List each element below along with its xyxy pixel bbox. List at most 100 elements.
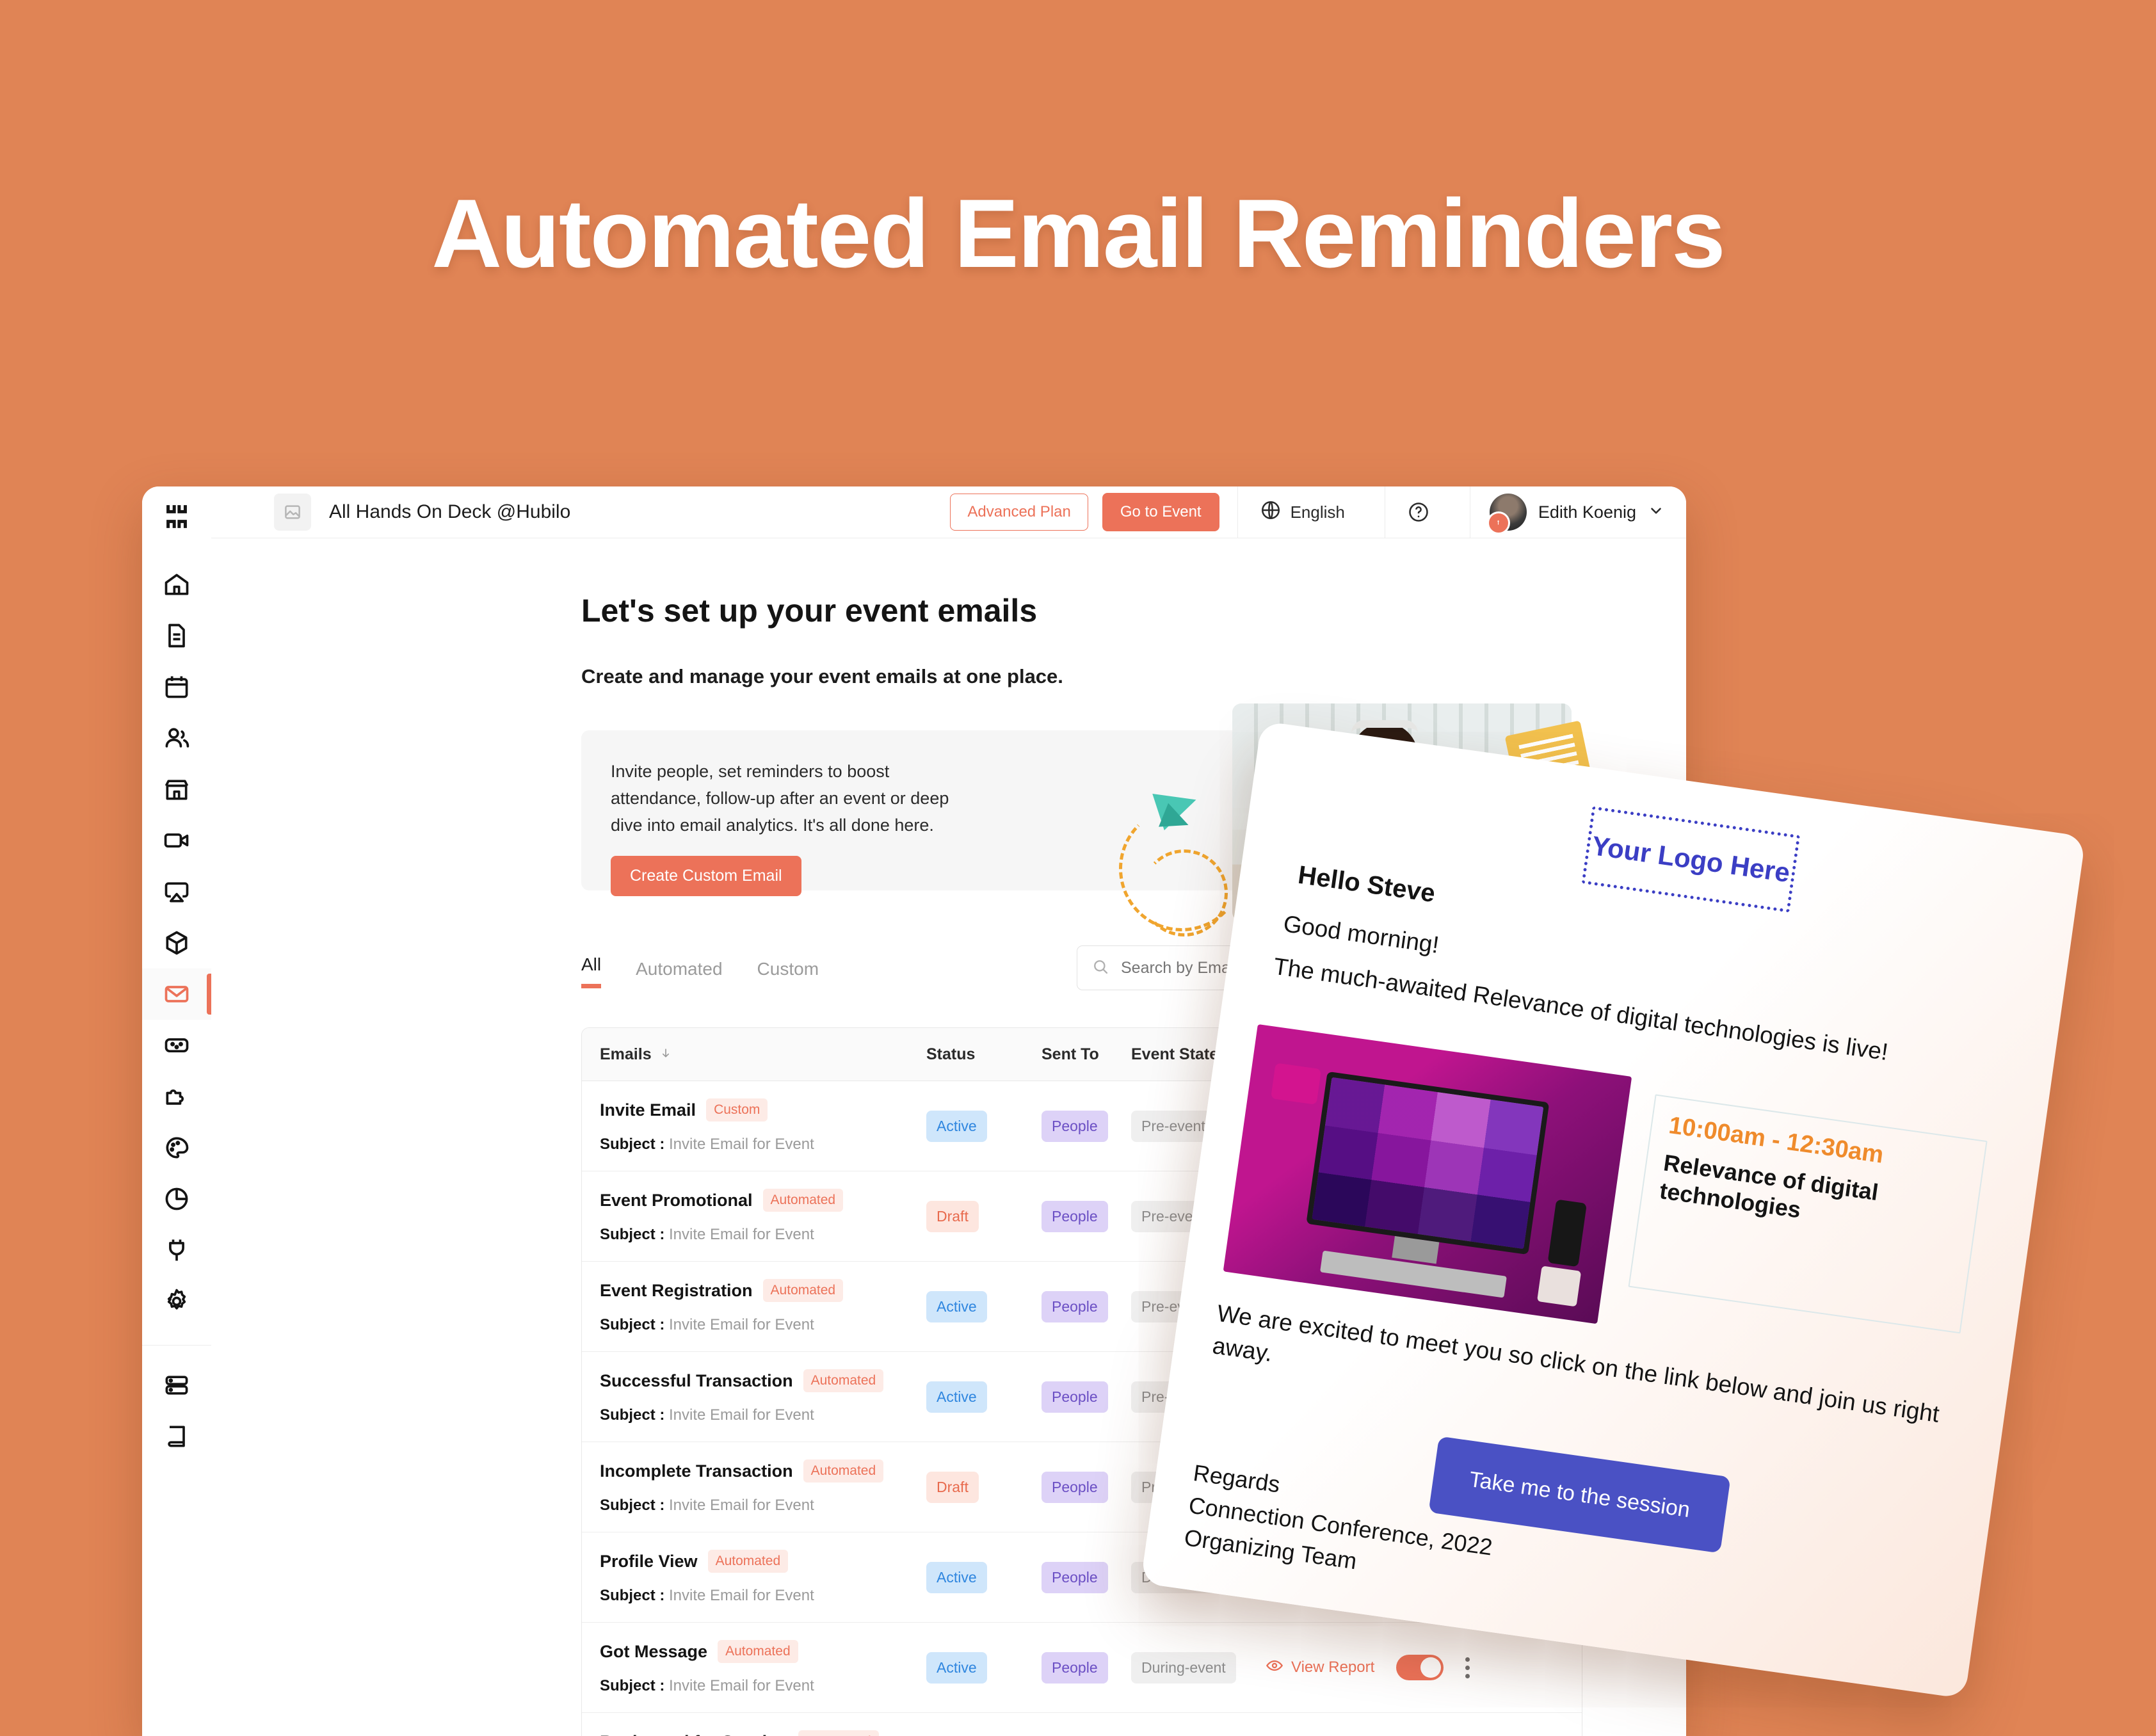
main-subheading: Create and manage your event emails at o… <box>581 665 1063 687</box>
email-name: Successful Transaction <box>600 1370 793 1390</box>
sidebar-item-documents[interactable] <box>142 610 211 661</box>
status-cell: Active <box>926 1561 1042 1593</box>
column-header-emails[interactable]: Emails <box>600 1045 926 1064</box>
event-title: All Hands On Deck @Hubilo <box>329 501 571 522</box>
status-badge: Draft <box>926 1200 979 1232</box>
email-name-wrap: Invite Email Custom <box>600 1098 926 1121</box>
email-greeting: Hello Steve <box>1296 860 1437 908</box>
row-toggle[interactable] <box>1396 1655 1444 1680</box>
sidebar-item-booths[interactable] <box>142 764 211 815</box>
sidebar-item-packages[interactable] <box>142 917 211 968</box>
email-cell: Incomplete Transaction Automated Subject :… <box>600 1459 926 1515</box>
advanced-plan-button[interactable]: Advanced Plan <box>950 494 1088 531</box>
monitor <box>1306 1071 1550 1255</box>
language-selector[interactable]: English <box>1238 499 1367 526</box>
email-type-badge: Automated <box>762 1189 844 1212</box>
chevron-down-icon <box>1648 502 1664 522</box>
email-preview-card: Your Logo Here Hello Steve Good morning!… <box>1140 721 2086 1699</box>
email-subject-value: Invite Email for Event <box>669 1587 814 1604</box>
sent-to-badge: People <box>1042 1200 1108 1232</box>
status-badge: Active <box>926 1652 987 1684</box>
language-label: English <box>1290 502 1345 522</box>
page-title: Automated Email Reminders <box>431 179 1725 288</box>
email-subject-value: Invite Email for Event <box>669 1677 814 1694</box>
email-name: Invite Email <box>600 1100 696 1120</box>
sidebar-item-streaming[interactable] <box>142 815 211 866</box>
column-header-sent-to: Sent To <box>1042 1045 1099 1063</box>
status-badge: Active <box>926 1110 987 1142</box>
email-name-wrap: Incomplete Transaction Automated <box>600 1459 926 1483</box>
email-subject-value: Invite Email for Event <box>669 1406 814 1424</box>
email-cell: Event Registration Automated Subject : Inv… <box>600 1279 926 1334</box>
email-type-badge: Automated <box>803 1459 884 1483</box>
image-icon <box>274 494 311 531</box>
email-cell: Invite Email Custom Subject : Invite Email… <box>600 1098 926 1153</box>
email-subject: Subject : Invite Email for Event <box>600 1316 814 1333</box>
sent-to-cell: People <box>1042 1110 1131 1142</box>
create-custom-email-button[interactable]: Create Custom Email <box>611 856 801 896</box>
tab-all[interactable]: All <box>581 954 602 988</box>
sort-arrow-icon[interactable] <box>659 1045 672 1064</box>
email-cell: Successful Transaction Automated Subject :… <box>600 1369 926 1424</box>
sidebar-item-broadcast[interactable] <box>142 866 211 917</box>
email-name: Event Promotional <box>600 1190 753 1210</box>
view-report-link[interactable]: View Report <box>1266 1657 1374 1679</box>
email-type-badge: Automated <box>803 1369 884 1392</box>
email-name-wrap: Profile View Automated <box>600 1550 926 1573</box>
email-name-wrap: Registered for Session Automated <box>600 1730 926 1736</box>
email-type-badge: Automated <box>798 1730 879 1736</box>
event-state-cell: During-event <box>1131 1652 1266 1684</box>
sidebar-item-server[interactable] <box>142 1360 211 1411</box>
email-type-tabs: All Automated Custom <box>581 954 819 988</box>
email-type-badge: Automated <box>762 1279 844 1302</box>
email-cell: Profile View Automated Subject : Invite Em… <box>600 1550 926 1605</box>
logo-placeholder-label: Your Logo Here <box>1589 830 1792 888</box>
hubilo-logo-icon[interactable] <box>162 502 191 534</box>
help-circle-icon[interactable] <box>1385 501 1452 524</box>
email-subject: Subject : Invite Email for Event <box>600 1136 814 1153</box>
session-name: Relevance of digital technologies <box>1658 1149 1880 1223</box>
sidebar-item-knowledge-base[interactable] <box>142 1411 211 1462</box>
status-badge: Draft <box>926 1471 979 1503</box>
sidebar-item-integrations[interactable] <box>142 1071 211 1122</box>
sidebar-item-emails[interactable] <box>142 968 211 1020</box>
column-header-status: Status <box>926 1045 976 1063</box>
sent-to-badge: People <box>1042 1290 1108 1322</box>
sidebar-item-home[interactable] <box>142 559 211 610</box>
email-subject: Subject : Invite Email for Event <box>600 1677 814 1694</box>
sidebar-item-settings[interactable] <box>142 1276 211 1327</box>
sidebar-item-people[interactable] <box>142 712 211 764</box>
tab-custom[interactable]: Custom <box>757 959 819 988</box>
sidebar-item-agenda[interactable] <box>142 661 211 712</box>
sidebar-item-plugins[interactable] <box>142 1225 211 1276</box>
email-type-badge: Custom <box>706 1098 768 1121</box>
sent-to-cell: People <box>1042 1561 1131 1593</box>
sidebar-item-branding[interactable] <box>142 1122 211 1173</box>
avatar-status-badge <box>1486 511 1510 534</box>
main-heading: Let's set up your event emails <box>581 593 1038 629</box>
table-row[interactable]: Registered for SessionAutomatedSubject :… <box>582 1713 1582 1736</box>
logo-placeholder[interactable]: Your Logo Here <box>1581 806 1801 913</box>
email-name: Registered for Session <box>600 1732 788 1736</box>
email-subject-value: Invite Email for Event <box>669 1316 814 1333</box>
status-cell: Draft <box>926 1200 1042 1232</box>
kebab-menu-icon[interactable] <box>1465 1657 1470 1678</box>
status-badge: Active <box>926 1561 987 1593</box>
email-hero-image <box>1223 1024 1632 1324</box>
sent-to-badge: People <box>1042 1110 1108 1142</box>
email-cell: Got Message Automated Subject : Invite Ema… <box>600 1640 926 1695</box>
sidebar <box>142 486 212 1736</box>
status-cell: Draft <box>926 1471 1042 1503</box>
promo-text: Invite people, set reminders to boost at… <box>611 762 949 835</box>
status-cell: Active <box>926 1110 1042 1142</box>
email-name: Got Message <box>600 1641 708 1661</box>
email-name: Event Registration <box>600 1280 753 1300</box>
topbar: All Hands On Deck @Hubilo Advanced Plan … <box>211 486 1686 538</box>
sidebar-item-analytics[interactable] <box>142 1173 211 1225</box>
user-menu[interactable]: Edith Koenig <box>1470 494 1686 534</box>
go-to-event-button[interactable]: Go to Event <box>1102 493 1219 531</box>
sidebar-item-tickets[interactable] <box>142 1020 211 1071</box>
table-row[interactable]: Got Message Automated Subject : Invite Ema… <box>582 1623 1582 1713</box>
tab-automated[interactable]: Automated <box>636 959 722 988</box>
email-subject-value: Invite Email for Event <box>669 1226 814 1243</box>
